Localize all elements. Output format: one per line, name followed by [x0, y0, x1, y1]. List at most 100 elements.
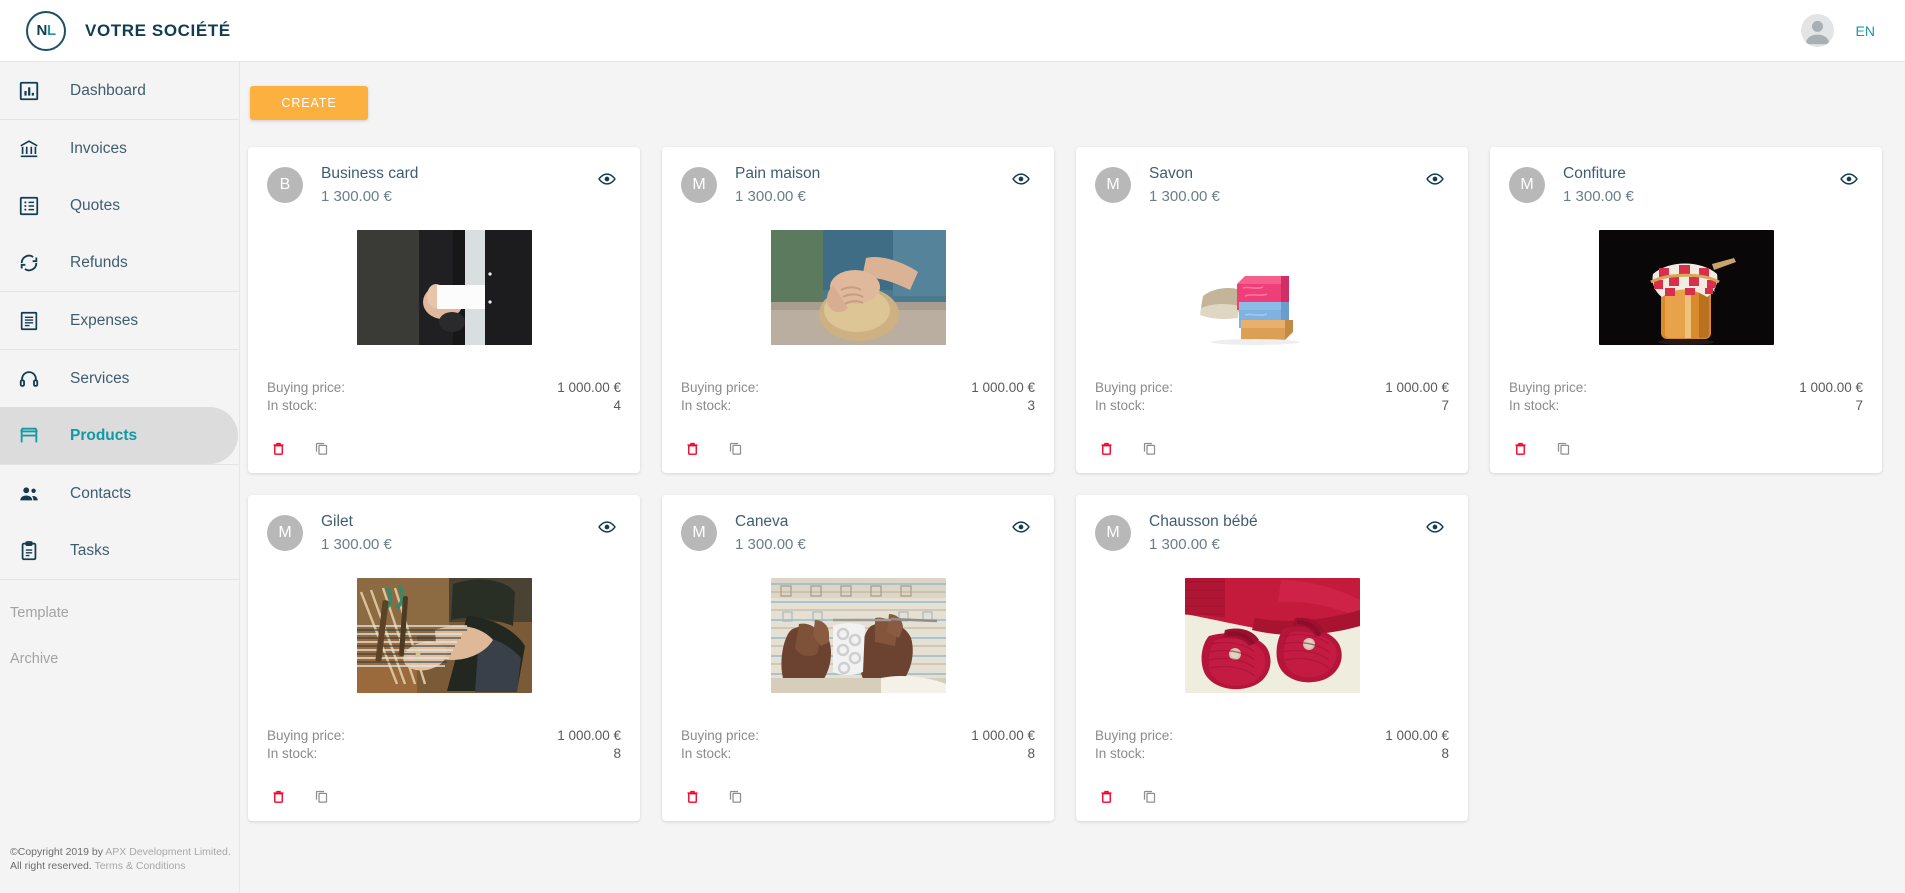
sidebar-item-label: Invoices	[70, 139, 127, 157]
sidebar-item-template[interactable]: Template	[0, 590, 239, 636]
product-price: 1 300.00 €	[735, 536, 806, 553]
eye-icon[interactable]	[1007, 513, 1035, 544]
card-stats: Buying price: 1 000.00 € In stock: 7	[1509, 379, 1863, 415]
card-titles: Business card 1 300.00 €	[321, 163, 593, 208]
sidebar-item-refunds[interactable]: Refunds	[0, 234, 239, 291]
brand-logo[interactable]: NL VOTRE SOCIÉTÉ	[0, 10, 240, 51]
buying-price-label: Buying price:	[1095, 380, 1174, 395]
product-card[interactable]: M Pain maison 1 300.00 € Buying price: 1…	[662, 147, 1054, 473]
buying-price-value: 1 000.00 €	[971, 380, 1035, 395]
copy-icon[interactable]	[728, 440, 743, 457]
buying-price-label: Buying price:	[1095, 728, 1174, 743]
product-title: Chausson bébé	[1149, 513, 1258, 530]
eye-icon[interactable]	[593, 513, 621, 544]
sidebar-item-label: Tasks	[70, 541, 110, 559]
footer-copyright-line: ©Copyright 2019 by APX Development Limit…	[10, 845, 235, 859]
sidebar-item-label: Refunds	[70, 253, 128, 271]
product-card[interactable]: M Confiture 1 300.00 € Buying price: 1 0…	[1490, 147, 1882, 473]
card-titles: Chausson bébé 1 300.00 €	[1149, 511, 1421, 556]
in-stock-value: 7	[1855, 398, 1863, 413]
sidebar-item-quotes[interactable]: Quotes	[0, 177, 239, 234]
footer-company: APX Development Limited.	[105, 846, 231, 858]
avatar: M	[681, 167, 717, 203]
sidebar-item-tasks[interactable]: Tasks	[0, 522, 239, 579]
card-actions	[267, 415, 621, 473]
main-content: CREATE B Business card 1 300.00 € Buying…	[240, 62, 1905, 893]
sidebar-item-products[interactable]: Products	[0, 407, 238, 464]
top-bar: NL VOTRE SOCIÉTÉ EN	[0, 0, 1905, 62]
buying-price-value: 1 000.00 €	[1799, 380, 1863, 395]
card-titles: Caneva 1 300.00 €	[735, 511, 1007, 556]
in-stock-row: In stock: 8	[1095, 745, 1449, 763]
card-actions	[1509, 415, 1863, 473]
logo-initial-n: N	[36, 22, 47, 39]
sidebar-item-invoices[interactable]: Invoices	[0, 120, 239, 177]
card-header: M Caneva 1 300.00 €	[681, 511, 1035, 556]
in-stock-row: In stock: 8	[681, 745, 1035, 763]
product-card[interactable]: M Caneva 1 300.00 € Buying price: 1 000.…	[662, 495, 1054, 821]
sidebar-item-contacts[interactable]: Contacts	[0, 465, 239, 522]
product-image-wrap	[681, 220, 1035, 354]
copy-icon[interactable]	[1142, 788, 1157, 805]
buying-price-value: 1 000.00 €	[557, 380, 621, 395]
in-stock-row: In stock: 7	[1509, 397, 1863, 415]
in-stock-label: In stock:	[681, 398, 732, 413]
product-image	[356, 577, 532, 693]
footer-copyright-prefix: ©Copyright 2019 by	[10, 846, 106, 858]
product-card[interactable]: M Savon 1 300.00 € Buying price: 1 000.0…	[1076, 147, 1468, 473]
eye-icon[interactable]	[593, 165, 621, 196]
logo-initial-l: L	[46, 22, 56, 39]
card-stats: Buying price: 1 000.00 € In stock: 8	[1095, 727, 1449, 763]
copy-icon[interactable]	[314, 440, 329, 457]
in-stock-value: 8	[613, 746, 621, 761]
eye-icon[interactable]	[1007, 165, 1035, 196]
trash-icon[interactable]	[685, 440, 700, 457]
product-title: Gilet	[321, 513, 353, 530]
product-title: Business card	[321, 165, 419, 182]
copy-icon[interactable]	[314, 788, 329, 805]
in-stock-label: In stock:	[1095, 398, 1146, 413]
trash-icon[interactable]	[1099, 440, 1114, 457]
card-actions	[681, 763, 1035, 821]
trash-icon[interactable]	[271, 788, 286, 805]
create-button[interactable]: CREATE	[250, 86, 368, 120]
product-card[interactable]: B Business card 1 300.00 € Buying price:…	[248, 147, 640, 473]
card-actions	[1095, 415, 1449, 473]
sidebar-item-services[interactable]: Services	[0, 350, 239, 407]
trash-icon[interactable]	[685, 788, 700, 805]
product-image	[770, 229, 946, 345]
trash-icon[interactable]	[1099, 788, 1114, 805]
footer-terms-link[interactable]: Terms & Conditions	[94, 860, 185, 872]
buying-price-row: Buying price: 1 000.00 €	[1509, 379, 1863, 397]
copy-icon[interactable]	[728, 788, 743, 805]
buying-price-row: Buying price: 1 000.00 €	[1095, 379, 1449, 397]
card-stats: Buying price: 1 000.00 € In stock: 3	[681, 379, 1035, 415]
sidebar-item-expenses[interactable]: Expenses	[0, 292, 239, 349]
product-card[interactable]: M Gilet 1 300.00 € Buying price: 1 000.0…	[248, 495, 640, 821]
trash-icon[interactable]	[271, 440, 286, 457]
eye-icon[interactable]	[1835, 165, 1863, 196]
copy-icon[interactable]	[1556, 440, 1571, 457]
card-header: M Savon 1 300.00 €	[1095, 163, 1449, 208]
sidebar-item-archive[interactable]: Archive	[0, 636, 239, 682]
sidebar-group-2: Invoices Quotes Refunds	[0, 120, 239, 292]
sidebar-item-dashboard[interactable]: Dashboard	[0, 62, 239, 119]
sidebar-group-3: Expenses	[0, 292, 239, 350]
product-image	[1598, 229, 1774, 345]
buying-price-row: Buying price: 1 000.00 €	[1095, 727, 1449, 745]
eye-icon[interactable]	[1421, 165, 1449, 196]
sidebar: Dashboard Invoices Quotes Refunds Expens…	[0, 62, 240, 893]
product-price: 1 300.00 €	[321, 536, 392, 553]
copy-icon[interactable]	[1142, 440, 1157, 457]
eye-icon[interactable]	[1421, 513, 1449, 544]
trash-icon[interactable]	[1513, 440, 1528, 457]
sidebar-footer: ©Copyright 2019 by APX Development Limit…	[10, 845, 235, 873]
app-root: NL VOTRE SOCIÉTÉ EN Dashboard Invoices Q…	[0, 0, 1905, 893]
buying-price-label: Buying price:	[1509, 380, 1588, 395]
card-titles: Pain maison 1 300.00 €	[735, 163, 1007, 208]
language-selector[interactable]: EN	[1856, 23, 1875, 39]
product-card[interactable]: M Chausson bébé 1 300.00 € Buying price:…	[1076, 495, 1468, 821]
user-avatar-icon[interactable]	[1800, 14, 1834, 47]
people-icon	[18, 483, 54, 505]
avatar: M	[267, 515, 303, 551]
